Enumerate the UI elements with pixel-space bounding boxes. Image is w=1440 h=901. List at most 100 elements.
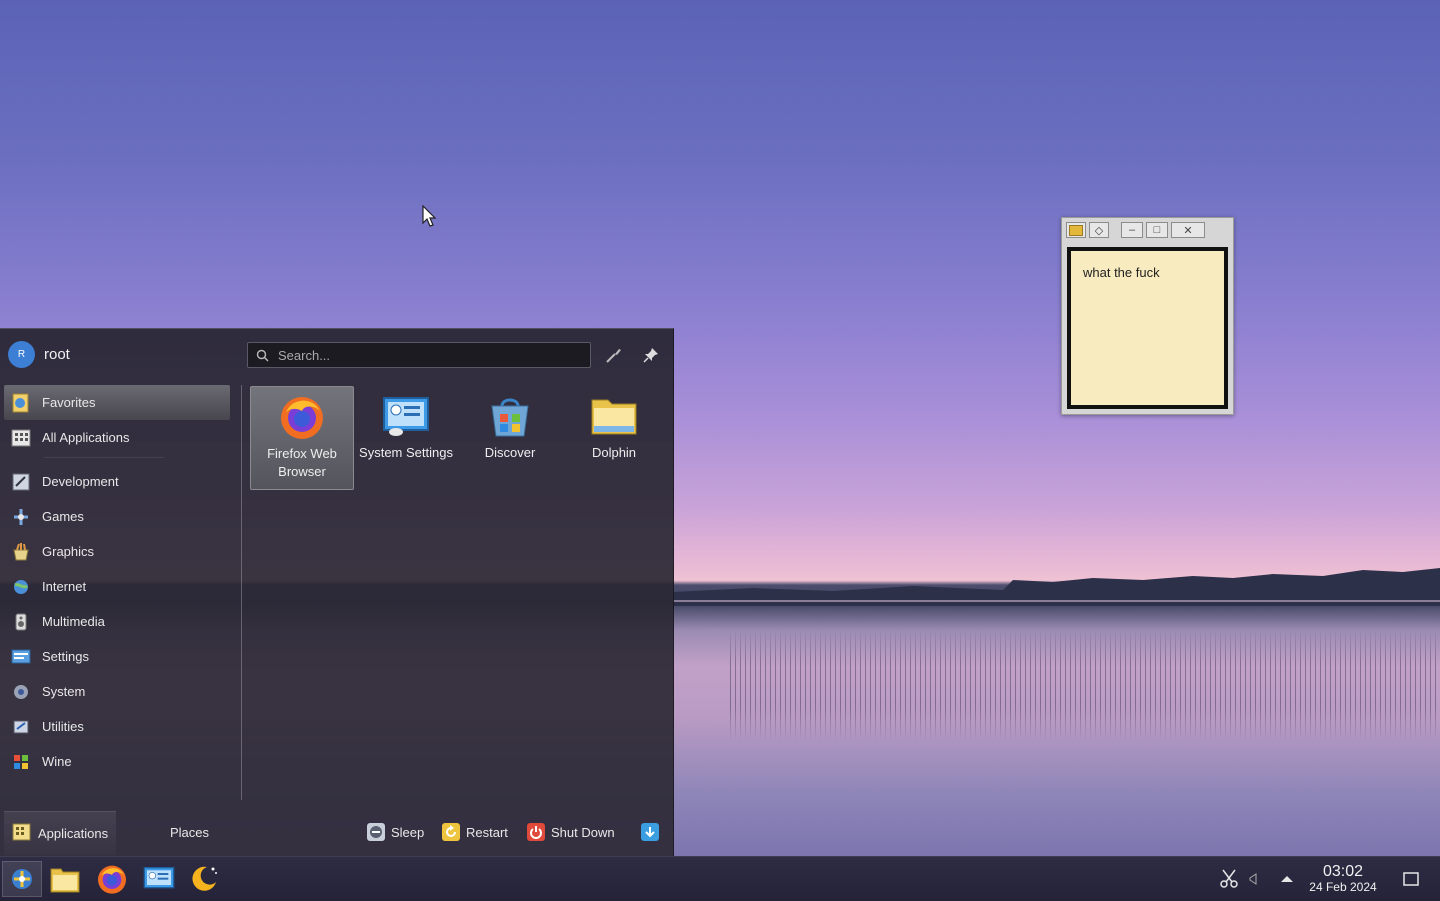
system-icon — [10, 681, 32, 703]
tree-line — [673, 568, 1440, 606]
note-minimize-button[interactable]: – — [1121, 222, 1143, 238]
category-utilities[interactable]: Utilities — [4, 709, 230, 744]
chevron-up-icon — [1281, 876, 1293, 882]
category-settings[interactable]: Settings — [4, 639, 230, 674]
shutdown-button[interactable]: Shut Down — [527, 823, 615, 841]
app-label: Discover — [484, 445, 536, 460]
taskbar-dolphin[interactable] — [45, 861, 85, 897]
speaker-icon — [1249, 873, 1257, 885]
category-label: Development — [42, 474, 119, 489]
app-dolphin[interactable]: Dolphin — [562, 386, 666, 490]
category-label: Utilities — [42, 719, 84, 734]
graphics-icon — [10, 541, 32, 563]
sticky-note-window[interactable]: ◇ – □ ✕ what the fuck — [1061, 217, 1234, 415]
tray-volume[interactable] — [1241, 865, 1265, 893]
moon-icon — [192, 866, 217, 891]
category-favorites[interactable]: Favorites — [4, 385, 230, 420]
development-icon — [10, 471, 32, 493]
note-maximize-button[interactable]: □ — [1146, 222, 1168, 238]
app-label: Dolphin — [591, 445, 637, 460]
utilities-icon — [10, 716, 32, 738]
category-all-applications[interactable]: All Applications — [4, 420, 230, 455]
category-label: Multimedia — [42, 614, 105, 629]
show-desktop-icon — [1403, 872, 1419, 886]
digital-clock[interactable]: 03:02 24 Feb 2024 — [1300, 863, 1386, 895]
settings-icon — [10, 646, 32, 668]
divider — [44, 457, 164, 458]
user-header[interactable]: R root — [8, 341, 70, 368]
category-games[interactable]: Games — [4, 499, 230, 534]
search-box[interactable] — [247, 342, 591, 368]
note-frame: what the fuck — [1067, 247, 1228, 409]
show-desktop-button[interactable] — [1399, 865, 1423, 893]
note-menu-button[interactable] — [1066, 222, 1086, 238]
note-titlebar[interactable]: ◇ – □ ✕ — [1062, 218, 1233, 240]
category-label: System — [42, 684, 86, 699]
category-label: Wine — [42, 754, 72, 769]
category-label: Internet — [42, 579, 87, 594]
discover-icon — [486, 392, 534, 440]
system-settings-icon — [382, 392, 430, 440]
search-input[interactable] — [276, 346, 580, 364]
tray-cut-tool[interactable] — [1217, 865, 1241, 893]
menu-footer: Applications Places Sleep Restart Shut D… — [0, 811, 673, 857]
games-icon — [10, 506, 32, 528]
avatar[interactable]: R — [8, 341, 35, 368]
note-text-area[interactable]: what the fuck — [1071, 251, 1224, 405]
scissors-icon — [1220, 869, 1238, 888]
note-close-button[interactable]: ✕ — [1171, 222, 1205, 238]
system-settings-icon — [143, 867, 175, 889]
restart-button[interactable]: Restart — [442, 823, 508, 841]
tab-applications[interactable]: Applications — [4, 811, 116, 855]
category-system[interactable]: System — [4, 674, 230, 709]
configure-button[interactable] — [603, 344, 625, 366]
shutdown-label: Shut Down — [551, 824, 615, 840]
pin-button[interactable] — [640, 344, 662, 366]
search-icon — [256, 349, 269, 361]
folder-icon — [590, 392, 638, 440]
applications-icon — [12, 822, 32, 845]
launcher-icon — [12, 869, 32, 889]
category-wine[interactable]: Wine — [4, 744, 230, 779]
firefox-icon — [98, 865, 126, 894]
category-label: All Applications — [42, 430, 130, 445]
pin-icon — [643, 348, 658, 363]
app-system-settings[interactable]: System Settings — [354, 386, 458, 490]
panel-divider — [241, 385, 242, 800]
note-sticky-button[interactable]: ◇ — [1089, 222, 1109, 238]
category-multimedia[interactable]: Multimedia — [4, 604, 230, 639]
taskbar-night-color[interactable] — [184, 861, 224, 897]
app-discover[interactable]: Discover — [458, 386, 562, 490]
taskbar: 03:02 24 Feb 2024 — [0, 856, 1440, 901]
restart-label: Restart — [466, 824, 508, 840]
category-graphics[interactable]: Graphics — [4, 534, 230, 569]
folder-icon — [50, 868, 80, 893]
more-power-options-button[interactable] — [641, 823, 659, 841]
sleep-button[interactable]: Sleep — [367, 823, 424, 841]
mouse-cursor-icon — [422, 205, 437, 227]
tab-label: Places — [170, 825, 210, 840]
grid-icon — [10, 427, 32, 449]
tab-places[interactable]: Places — [170, 825, 209, 840]
application-launcher-button[interactable] — [2, 861, 42, 897]
category-label: Games — [42, 509, 84, 524]
firefox-icon — [278, 393, 326, 441]
app-label: Firefox Web Browser — [267, 446, 337, 479]
clock-date: 24 Feb 2024 — [1309, 880, 1377, 894]
taskbar-system-settings[interactable] — [139, 861, 179, 897]
category-development[interactable]: Development — [4, 464, 230, 499]
wrench-icon — [606, 349, 621, 363]
clock-time: 03:02 — [1322, 863, 1364, 880]
app-firefox[interactable]: Firefox Web Browser — [250, 386, 354, 490]
restart-icon — [442, 823, 460, 841]
category-label: Settings — [42, 649, 89, 664]
category-internet[interactable]: Internet — [4, 569, 230, 604]
multimedia-icon — [10, 611, 32, 633]
tray-expand-button[interactable] — [1275, 865, 1299, 893]
taskbar-firefox[interactable] — [92, 861, 132, 897]
power-icon — [527, 823, 545, 841]
close-icon: ✕ — [1183, 224, 1193, 237]
note-text: what the fuck — [1083, 265, 1160, 280]
folder-icon — [1069, 224, 1083, 236]
category-list: Favorites All Applications Development G… — [4, 385, 230, 779]
